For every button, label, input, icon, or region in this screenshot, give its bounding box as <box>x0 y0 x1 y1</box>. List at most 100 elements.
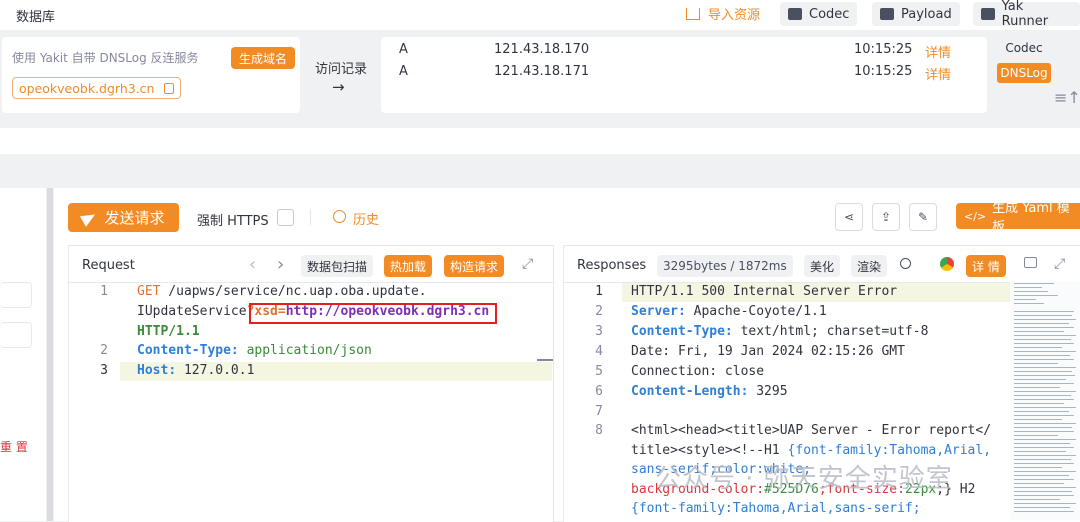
chrome-icon[interactable] <box>940 257 954 271</box>
render-button[interactable]: 渲染 <box>851 255 888 277</box>
minimap-line <box>1014 503 1076 504</box>
divider-strip <box>0 128 1080 154</box>
minimap-line <box>1014 363 1058 364</box>
response-line-3: Content-Type: text/html; charset=utf-8 <box>631 324 929 339</box>
minimap-line <box>1014 403 1064 404</box>
expand-icon[interactable]: ⤢ <box>1054 256 1065 272</box>
minimap-line <box>1014 287 1042 288</box>
dnslog-record-row: A 121.43.18.170 10:15:25 详情 <box>381 42 987 62</box>
response-header: Responses 3295bytes / 1872ms 美化 渲染 详 情 ⤢ <box>564 246 1080 283</box>
record-time: 10:15:25 <box>854 42 913 57</box>
record-ip: 121.43.18.170 <box>494 42 590 57</box>
line-number: 3 <box>100 363 108 378</box>
minimap-line <box>1014 467 1062 468</box>
line-number: 1 <box>595 284 603 299</box>
response-size: 3295bytes / 1872ms <box>657 255 793 277</box>
left-input-2[interactable] <box>0 322 32 348</box>
dnslog-card: 使用 Yakit 自带 DNSLog 反连服务 生成域名 opeokveobk.… <box>2 37 300 113</box>
send-request-button[interactable]: 发送请求 <box>68 203 179 232</box>
line-number: 1 <box>100 284 108 299</box>
response-line-6: Content-Length: 3295 <box>631 384 788 399</box>
edit-icon[interactable]: ✎ <box>909 203 937 231</box>
dnslog-description: 使用 Yakit 自带 DNSLog 反连服务 <box>12 51 199 65</box>
tab-codec[interactable]: Codec <box>997 38 1051 58</box>
minimap-line <box>1014 371 1072 372</box>
reset-button[interactable]: 重 置 <box>0 438 28 455</box>
codec-icon <box>788 8 802 20</box>
sort-icon[interactable]: ≡↑ <box>1054 88 1080 107</box>
payload-label: Payload <box>901 6 952 22</box>
chevron-right-icon[interactable]: › <box>277 254 284 275</box>
minimap-line <box>1014 283 1054 284</box>
comment-icon[interactable] <box>1024 257 1037 268</box>
minimap-line <box>1014 483 1064 484</box>
clock-icon[interactable] <box>333 210 346 223</box>
header-value: application/json <box>238 343 372 358</box>
request-title: Request <box>82 258 135 273</box>
highlight-box <box>249 303 497 324</box>
header-key: Content-Type <box>631 324 725 339</box>
line-number: 5 <box>595 364 603 379</box>
minimap-line <box>1014 299 1036 300</box>
minimap-line <box>1014 487 1076 488</box>
record-detail-link[interactable]: 详情 <box>925 42 951 61</box>
chevron-left-icon[interactable]: ‹ <box>249 254 256 275</box>
expand-icon[interactable]: ⤢ <box>522 256 533 272</box>
generate-domain-button[interactable]: 生成域名 <box>231 47 295 69</box>
minimap-line <box>1014 447 1074 448</box>
codec-button[interactable]: Codec <box>780 2 858 26</box>
export-icon[interactable]: ⇪ <box>872 203 900 231</box>
left-scrollbar[interactable] <box>47 188 53 521</box>
request-editor[interactable]: 1 GET /uapws/service/nc.uap.oba.update. … <box>68 282 552 521</box>
record-type: A <box>399 64 408 79</box>
yaml-label: 生成 Yaml 模板 <box>992 201 1070 235</box>
yak-runner-button[interactable]: Yak Runner <box>973 0 1080 29</box>
generate-yaml-button[interactable]: </> 生成 Yaml 模板 <box>956 201 1080 235</box>
response-line-4: Date: Fri, 19 Jan 2024 02:15:26 GMT <box>631 344 905 359</box>
minimap-line <box>1014 347 1062 348</box>
minimap-line <box>1014 319 1076 320</box>
minimap-line <box>1014 375 1075 376</box>
minimap-line <box>1014 419 1062 420</box>
history-button[interactable]: 历史 <box>353 209 379 228</box>
import-resource-button[interactable]: 导入资源 <box>686 4 760 23</box>
minimap-line <box>1014 427 1072 428</box>
app-title: 数据库 <box>16 10 56 25</box>
html-tag: title><style><!--H1 <box>631 443 788 458</box>
header-value: text/html; charset=utf-8 <box>732 324 929 339</box>
record-detail-link[interactable]: 详情 <box>925 64 951 83</box>
tab-dnslog[interactable]: DNSLog <box>997 63 1051 83</box>
force-https-checkbox[interactable] <box>277 209 294 226</box>
construct-request-button[interactable]: 构造请求 <box>444 255 505 277</box>
minimap-line <box>1014 311 1074 312</box>
dnslog-domain[interactable]: opeokveobk.dgrh3.cn <box>12 77 182 99</box>
payload-button[interactable]: Payload <box>872 2 960 26</box>
dnslog-domain-text: opeokveobk.dgrh3.cn <box>19 80 155 96</box>
hot-reload-button[interactable]: 热加载 <box>384 255 433 277</box>
search-icon[interactable] <box>900 258 911 269</box>
response-title: Responses <box>577 258 647 273</box>
line-number: 3 <box>595 324 603 339</box>
beautify-button[interactable]: 美化 <box>804 255 841 277</box>
minimap-line <box>1014 475 1069 476</box>
minimap-line <box>1014 291 1048 292</box>
packet-scan-button[interactable]: 数据包扫描 <box>301 255 374 277</box>
response-body-line: title><style><!--H1 {font-family:Tahoma,… <box>631 443 991 458</box>
minimap-line <box>1014 491 1072 492</box>
share-icon[interactable]: ⋖ <box>835 203 863 231</box>
line-number: 6 <box>595 384 603 399</box>
minimap-line <box>1014 343 1074 344</box>
detail-button[interactable]: 详 情 <box>966 255 1006 277</box>
minimap-line <box>1014 435 1058 436</box>
left-panel <box>0 188 46 521</box>
response-status-line: HTTP/1.1 500 Internal Server Error <box>631 284 898 299</box>
left-input-1[interactable] <box>0 282 32 308</box>
minimap-line <box>1014 423 1076 424</box>
response-minimap[interactable] <box>1010 281 1080 521</box>
minimap-line <box>1014 415 1074 416</box>
top-bar: 数据库 导入资源 Codec Payload Yak Runner <box>0 0 1080 30</box>
copy-icon[interactable] <box>164 82 175 94</box>
line-number: 2 <box>100 343 108 358</box>
minimap-line <box>1014 443 1070 444</box>
request-path-cont: IUpdateService <box>137 304 247 319</box>
